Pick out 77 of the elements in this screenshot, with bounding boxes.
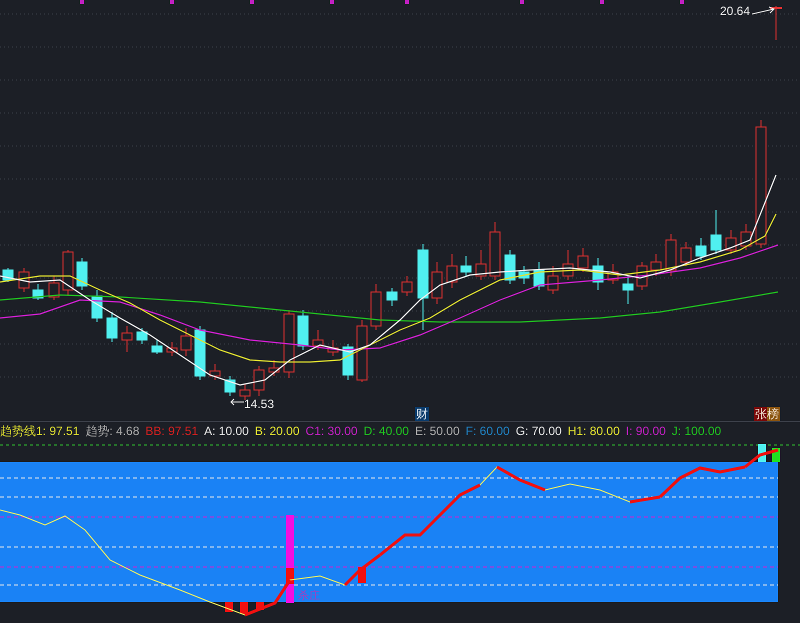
candlestick bbox=[48, 276, 60, 300]
candlestick bbox=[152, 340, 162, 354]
legend-value: C1: 30.00 bbox=[306, 423, 358, 440]
candlestick bbox=[770, 6, 782, 40]
legend-value: G: 70.00 bbox=[516, 423, 562, 440]
candlestick bbox=[62, 250, 74, 296]
legend-value: BB: 97.51 bbox=[145, 423, 198, 440]
price-label: 20.64 bbox=[720, 3, 750, 20]
candlestick bbox=[504, 250, 516, 284]
candlestick bbox=[460, 256, 472, 276]
candlestick bbox=[592, 258, 604, 290]
candlestick bbox=[622, 276, 634, 304]
candlestick bbox=[402, 276, 412, 296]
marker-icon bbox=[405, 0, 409, 4]
candlestick bbox=[76, 258, 88, 290]
candlestick bbox=[254, 366, 264, 396]
candlestick bbox=[328, 340, 338, 356]
candlestick bbox=[562, 250, 574, 280]
legend-value: J: 100.00 bbox=[672, 423, 722, 440]
candlestick bbox=[180, 328, 192, 356]
candlestick bbox=[548, 266, 558, 294]
candlestick bbox=[726, 230, 736, 254]
candlestick bbox=[224, 376, 236, 396]
legend-value: B: 20.00 bbox=[254, 423, 300, 440]
candlestick bbox=[740, 224, 752, 250]
legend-value: 趋势线1: 97.51 bbox=[0, 423, 80, 440]
candlestick bbox=[518, 266, 530, 284]
marker-icon bbox=[80, 0, 84, 4]
candlestick bbox=[608, 264, 618, 284]
candlestick bbox=[356, 320, 368, 382]
candlestick bbox=[136, 328, 148, 344]
arrow-icon bbox=[752, 6, 776, 16]
marker-icon bbox=[600, 0, 604, 4]
candlestick bbox=[650, 254, 662, 276]
candlestick bbox=[194, 326, 206, 380]
legend-value: E: 50.00 bbox=[414, 423, 460, 440]
candlestick bbox=[284, 310, 294, 378]
candlestick bbox=[446, 254, 458, 288]
candlestick bbox=[636, 262, 648, 290]
candlestick bbox=[18, 268, 30, 292]
candlestick bbox=[680, 242, 692, 266]
legend-value: F: 60.00 bbox=[466, 423, 510, 440]
candlestick bbox=[106, 312, 118, 342]
candlestick bbox=[710, 210, 722, 254]
finance-marker[interactable]: 财 bbox=[415, 407, 429, 421]
candlestick bbox=[432, 262, 442, 304]
marker-icon bbox=[170, 0, 174, 4]
arrow-icon bbox=[230, 398, 244, 406]
candlestick bbox=[534, 262, 544, 290]
legend-value: I: 90.00 bbox=[626, 423, 666, 440]
marker-icon bbox=[520, 0, 524, 4]
signal-label: 杀庄 bbox=[298, 590, 320, 602]
marker-icon bbox=[250, 0, 254, 4]
candlestick bbox=[666, 234, 676, 276]
candlestick bbox=[92, 290, 102, 322]
marker-icon bbox=[680, 0, 684, 4]
marker-icon bbox=[330, 0, 334, 4]
candlestick bbox=[122, 326, 132, 352]
legend-value: A: 10.00 bbox=[204, 423, 249, 440]
legend-value: D: 40.00 bbox=[364, 423, 409, 440]
candlestick bbox=[386, 288, 398, 306]
legend-value: H1: 80.00 bbox=[568, 423, 620, 440]
legend-value: 趋势: 4.68 bbox=[85, 423, 140, 440]
candlestick bbox=[578, 248, 588, 272]
limit-up-marker[interactable]: 张榜 bbox=[754, 407, 780, 421]
candlestick bbox=[268, 360, 280, 376]
candlestick bbox=[370, 284, 382, 330]
candlestick bbox=[32, 284, 44, 300]
candlestick bbox=[490, 222, 500, 280]
candlestick bbox=[240, 384, 250, 400]
candlestick bbox=[166, 342, 178, 356]
candlestick bbox=[210, 364, 220, 380]
price-label: 14.53 bbox=[244, 396, 274, 413]
candlestick bbox=[696, 238, 706, 260]
candlestick bbox=[298, 310, 308, 350]
candlestick bbox=[476, 250, 486, 280]
candlestick bbox=[312, 330, 324, 350]
